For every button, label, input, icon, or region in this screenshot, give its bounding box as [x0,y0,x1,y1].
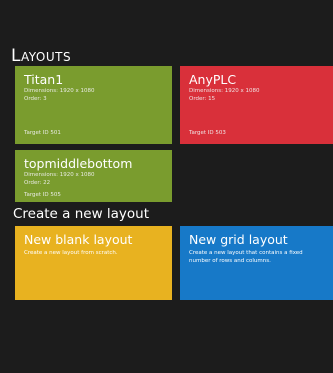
create-option-description: Create a new layout from scratch. [24,250,118,256]
layout-dimensions: Dimensions: 1920 x 1080 [189,88,260,94]
layout-name: Titan1 [24,72,64,87]
layout-tile-anyplc[interactable]: AnyPLC Dimensions: 1920 x 1080 Order: 15… [180,66,333,144]
new-blank-layout-button[interactable]: New blank layout Create a new layout fro… [15,226,172,300]
layout-tile-topmiddlebottom[interactable]: topmiddlebottom Dimensions: 1920 x 1080 … [15,150,172,202]
layout-target-id: Target ID 501 [24,130,61,136]
create-layout-heading: Create a new layout [13,206,150,222]
new-grid-layout-button[interactable]: New grid layout Create a new layout that… [180,226,333,300]
layout-order: Order: 3 [24,96,47,102]
create-option-description: Create a new layout that contains a fixe… [189,250,303,264]
layout-order: Order: 15 [189,96,216,102]
layout-target-id: Target ID 503 [189,130,226,136]
create-option-title: New blank layout [24,232,133,247]
layout-target-id: Target ID 505 [24,192,61,198]
layout-name: AnyPLC [189,72,237,87]
layout-dimensions: Dimensions: 1920 x 1080 [24,88,95,94]
layout-tile-titan1[interactable]: Titan1 Dimensions: 1920 x 1080 Order: 3 … [15,66,172,144]
layout-dimensions: Dimensions: 1920 x 1080 [24,172,95,178]
create-option-title: New grid layout [189,232,288,247]
layouts-screen: Layouts Titan1 Dimensions: 1920 x 1080 O… [0,0,333,373]
layout-order: Order: 22 [24,180,51,186]
layouts-heading: Layouts [11,46,72,66]
layout-name: topmiddlebottom [24,156,133,171]
